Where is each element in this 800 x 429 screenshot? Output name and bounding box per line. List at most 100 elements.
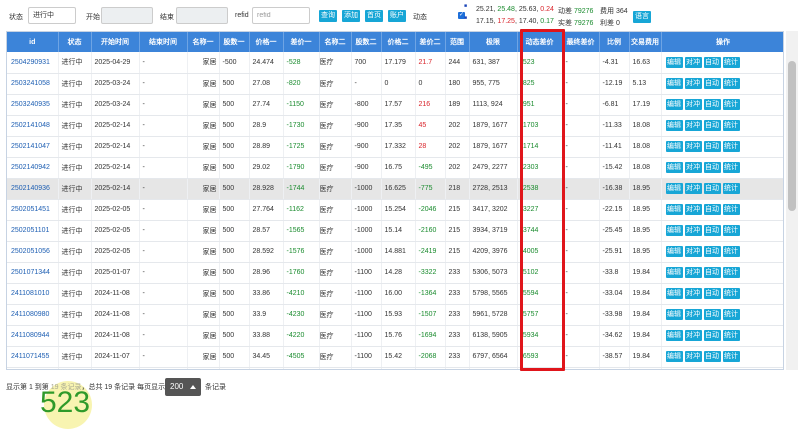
cell-id[interactable]: 2504290931 [7,52,59,74]
auto-button[interactable]: 自动 [703,183,721,194]
col-header[interactable]: 极限 [469,32,518,52]
col-header[interactable]: 股数二 [351,32,382,52]
col-header[interactable]: 开始时间 [91,32,140,52]
table-row[interactable]: 2502141047 进行中 2025-02-14- 家居 500 28.89 -1725 医… [7,136,783,158]
stats-button[interactable]: 统计 [722,225,740,236]
table-row[interactable]: 2502140936 进行中 2025-02-14- 家居 500 28.928 -1744… [7,178,783,200]
table-row[interactable]: 2411071300进行中2024-11-07-家居50034.52-4540医… [7,367,783,369]
hedge-button[interactable]: 对冲 [684,225,702,236]
cell-id[interactable]: 2502140942 [7,157,59,179]
cell-id[interactable]: 2411081010 [7,283,59,305]
cell-id[interactable]: 2503240935 [7,94,59,116]
cell-id[interactable]: 2411071300 [7,367,59,369]
hedge-button[interactable]: 对冲 [684,288,702,299]
refid-input[interactable] [252,7,310,24]
cell-id[interactable]: 2502141047 [7,136,59,158]
auto-button[interactable]: 自动 [703,246,721,257]
auto-button[interactable]: 自动 [703,309,721,320]
cell-id[interactable]: 2501071344 [7,262,59,284]
hedge-button[interactable]: 对冲 [684,120,702,131]
stats-button[interactable]: 统计 [722,288,740,299]
hedge-button[interactable]: 对冲 [684,99,702,110]
hedge-button[interactable]: 对冲 [684,141,702,152]
col-header[interactable]: 差价二 [415,32,446,52]
edit-button[interactable]: 编辑 [665,351,683,362]
add-button[interactable]: 添加 [342,10,360,22]
edit-button[interactable]: 编辑 [665,78,683,89]
end-date-field[interactable] [176,7,228,24]
edit-button[interactable]: 编辑 [665,162,683,173]
hedge-button[interactable]: 对冲 [684,309,702,320]
col-header[interactable]: 名称二 [319,32,352,52]
stats-button[interactable]: 统计 [722,56,740,68]
auto-button[interactable]: 自动 [703,141,721,152]
table-row[interactable]: 2502051451 进行中 2025-02-05- 家居 500 27.764 -1162… [7,199,783,221]
auto-button[interactable]: 自动 [703,56,721,68]
cell-id[interactable]: 2411080944 [7,325,59,347]
stats-button[interactable]: 统计 [722,330,740,341]
stats-button[interactable]: 统计 [722,204,740,215]
table-row[interactable]: 2502140942 进行中 2025-02-14- 家居 500 29.02 -1790 医… [7,157,783,179]
cell-id[interactable]: 2503241058 [7,73,59,95]
edit-button[interactable]: 编辑 [665,56,683,68]
auto-button[interactable]: 自动 [703,78,721,89]
col-header[interactable]: 动态差价 [517,32,563,52]
auto-button[interactable]: 自动 [703,267,721,278]
stats-button[interactable]: 统计 [722,351,740,362]
stats-button[interactable]: 统计 [722,120,740,131]
col-header[interactable]: id [7,32,59,52]
cell-id[interactable]: 2502141048 [7,115,59,137]
edit-button[interactable]: 编辑 [665,120,683,131]
auto-button[interactable]: 自动 [703,204,721,215]
stats-button[interactable]: 统计 [722,141,740,152]
status-field[interactable]: 进行中 [28,7,76,24]
table-row[interactable]: 2411071455 进行中 2024-11-07- 家居 500 34.45 -4505 医… [7,346,783,368]
stats-button[interactable]: 统计 [722,162,740,173]
table-row[interactable]: 2504290931 进行中 2025-04-29- 家居 -500 24.474 -528… [7,52,783,74]
edit-button[interactable]: 编辑 [665,225,683,236]
hedge-button[interactable]: 对冲 [684,351,702,362]
hedge-button[interactable]: 对冲 [684,183,702,194]
hedge-button[interactable]: 对冲 [684,56,702,68]
auto-button[interactable]: 自动 [703,162,721,173]
table-row[interactable]: 2502051101 进行中 2025-02-05- 家居 500 28.57 -1565 医… [7,220,783,242]
edit-button[interactable]: 编辑 [665,309,683,320]
scrollbar-thumb[interactable] [788,61,796,211]
page-size-select[interactable]: 200 [165,378,201,396]
hedge-button[interactable]: 对冲 [684,267,702,278]
table-row[interactable]: 2411081010 进行中 2024-11-08- 家居 500 33.86 -4210 医… [7,283,783,305]
stats-button[interactable]: 统计 [722,267,740,278]
auto-button[interactable]: 自动 [703,99,721,110]
hedge-button[interactable]: 对冲 [684,330,702,341]
language-button[interactable]: 语言 [633,11,651,23]
auto-button[interactable]: 自动 [703,330,721,341]
col-header[interactable]: 价格一 [249,32,284,52]
col-header[interactable]: 价格二 [381,32,416,52]
edit-button[interactable]: 编辑 [665,141,683,152]
auto-button[interactable]: 自动 [703,351,721,362]
stats-button[interactable]: 统计 [722,309,740,320]
hedge-button[interactable]: 对冲 [684,78,702,89]
auto-button[interactable]: 自动 [703,225,721,236]
table-row[interactable]: 2502051056 进行中 2025-02-05- 家居 500 28.592 -1576… [7,241,783,263]
col-header[interactable]: 股数一 [219,32,250,52]
col-header[interactable]: 差价一 [283,32,320,52]
edit-button[interactable]: 编辑 [665,267,683,278]
edit-button[interactable]: 编辑 [665,183,683,194]
hedge-button[interactable]: 对冲 [684,162,702,173]
stats-button[interactable]: 统计 [722,99,740,110]
stats-button[interactable]: 统计 [722,183,740,194]
edit-button[interactable]: 编辑 [665,330,683,341]
home-button[interactable]: 首页 [365,10,383,22]
query-button[interactable]: 查询 [319,10,337,22]
cell-id[interactable]: 2502140936 [7,178,59,200]
cell-id[interactable]: 2411071455 [7,346,59,368]
col-header[interactable]: 结束时间 [139,32,188,52]
col-header[interactable]: 最终差价 [562,32,600,52]
edit-button[interactable]: 编辑 [665,99,683,110]
stats-button[interactable]: 统计 [722,78,740,89]
hedge-button[interactable]: 对冲 [684,204,702,215]
cell-id[interactable]: 2502051056 [7,241,59,263]
col-header[interactable]: 比例 [599,32,630,52]
table-row[interactable]: 2502141048 进行中 2025-02-14- 家居 500 28.9 -1730 医疗… [7,115,783,137]
